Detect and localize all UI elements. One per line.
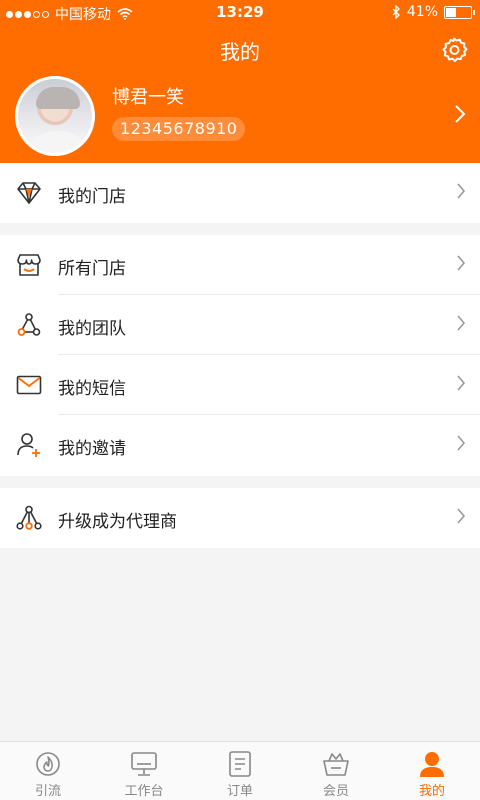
battery-percent: 41% [406, 4, 438, 20]
tab-bar: 引流 工作台 订单 会员 我的 [0, 741, 480, 800]
gear-icon[interactable] [440, 36, 468, 64]
flame-icon [36, 752, 60, 776]
bluetooth-icon [392, 5, 400, 19]
avatar[interactable] [15, 76, 95, 156]
profile-chevron-right-icon[interactable] [454, 104, 466, 130]
team-icon [17, 313, 41, 336]
menu-item-my-team[interactable]: 我的团队 [0, 295, 480, 355]
menu-group-stores-mine: 我的门店 [0, 163, 480, 223]
chevron-right-icon [456, 181, 466, 205]
mail-icon [16, 375, 42, 395]
tab-workbench[interactable]: 工作台 [96, 742, 192, 800]
tab-traffic[interactable]: 引流 [0, 742, 96, 800]
tab-members[interactable]: 会员 [288, 742, 384, 800]
menu-item-all-stores[interactable]: 所有门店 [0, 235, 480, 295]
status-bar: 中国移动 13:29 41% [0, 0, 480, 26]
hierarchy-icon [16, 505, 42, 530]
store-icon [17, 254, 41, 276]
profile-header: 中国移动 13:29 41% 我的 博君一笑 12345678910 [0, 0, 480, 163]
tab-label: 会员 [322, 784, 349, 799]
user-phone: 12345678910 [112, 117, 246, 141]
menu-item-label: 升级成为代理商 [58, 512, 177, 532]
menu-item-label: 我的邀请 [58, 439, 126, 459]
menu-item-label: 所有门店 [58, 259, 126, 279]
user-name[interactable]: 博君一笑 [112, 83, 184, 109]
menu-group-upgrade: 升级成为代理商 [0, 488, 480, 548]
page-title: 我的 [220, 40, 260, 64]
menu-item-my-store[interactable]: 我的门店 [0, 163, 480, 223]
menu-item-label: 我的门店 [58, 187, 126, 207]
crown-basket-icon [323, 753, 349, 776]
menu-item-my-sms[interactable]: 我的短信 [0, 355, 480, 415]
chevron-right-icon [456, 313, 466, 337]
menu-item-label: 我的短信 [58, 379, 126, 399]
menu-item-label: 我的团队 [58, 319, 126, 339]
battery-icon [444, 5, 475, 19]
chevron-right-icon [456, 373, 466, 397]
person-icon [420, 752, 444, 777]
menu-group-main: 所有门店 我的团队 我的短信 我的邀请 [0, 235, 480, 476]
tab-label: 工作台 [124, 784, 164, 799]
tab-label: 我的 [418, 784, 445, 799]
tab-orders[interactable]: 订单 [192, 742, 288, 800]
diamond-icon [17, 182, 41, 204]
tab-label: 订单 [226, 784, 253, 799]
menu-item-become-agent[interactable]: 升级成为代理商 [0, 488, 480, 548]
status-right: 41% [392, 4, 475, 20]
invite-user-icon [17, 433, 40, 457]
tab-label: 引流 [34, 784, 61, 799]
monitor-icon [131, 752, 157, 776]
chevron-right-icon [456, 506, 466, 530]
chevron-right-icon [456, 433, 466, 457]
document-icon [229, 751, 251, 777]
menu-item-my-invitations[interactable]: 我的邀请 [0, 415, 480, 475]
chevron-right-icon [456, 253, 466, 277]
tab-mine[interactable]: 我的 [384, 742, 480, 800]
